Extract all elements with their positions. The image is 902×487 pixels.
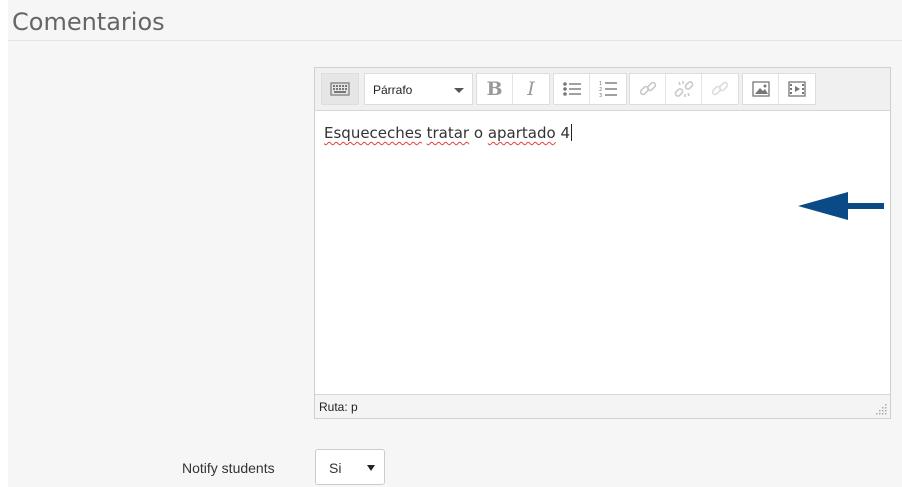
anchor-icon	[711, 81, 729, 96]
insert-media-button[interactable]	[779, 74, 815, 104]
unlink-icon	[674, 81, 693, 97]
rich-text-editor: Párrafo B I 123 Esqueceches tratar o apa…	[314, 67, 891, 419]
toolbar-toggle-button[interactable]	[322, 74, 358, 104]
misspelled-word: Esqueceches	[324, 124, 422, 142]
bullet-list-button[interactable]	[554, 74, 590, 104]
section-divider	[8, 40, 902, 41]
text-style-group: B I	[476, 73, 550, 105]
resize-handle-icon[interactable]	[874, 402, 888, 416]
bullet-list-icon	[562, 82, 581, 96]
toolbar-toggle-group	[321, 73, 359, 105]
editor-content[interactable]: Esqueceches tratar o apartado 4	[324, 124, 573, 142]
notify-students-label: Notify students	[182, 460, 275, 476]
anchor-button[interactable]	[702, 74, 738, 104]
numbered-list-button[interactable]: 123	[590, 74, 626, 104]
text-cursor	[571, 124, 573, 141]
link-button[interactable]	[630, 74, 666, 104]
keyboard-icon	[330, 82, 350, 96]
image-icon	[751, 81, 770, 97]
link-icon	[639, 81, 656, 96]
media-group	[742, 73, 816, 105]
numbered-list-icon: 123	[599, 81, 617, 98]
editor-statusbar: Ruta: p	[315, 394, 890, 418]
svg-text:3: 3	[599, 93, 602, 98]
arrow-left-icon	[798, 192, 884, 220]
section-title: Comentarios	[12, 8, 165, 36]
bold-button[interactable]: B	[477, 74, 513, 104]
italic-icon: I	[527, 78, 535, 100]
element-path: Ruta: p	[319, 400, 358, 414]
content-word: 4	[560, 124, 571, 142]
bold-icon: B	[486, 78, 503, 100]
notify-students-select[interactable]: Si	[315, 449, 385, 485]
paragraph-format-select[interactable]: Párrafo	[364, 73, 473, 105]
paragraph-format-value: Párrafo	[373, 83, 413, 97]
content-word: o	[473, 124, 484, 142]
insert-image-button[interactable]	[743, 74, 779, 104]
media-icon	[788, 81, 806, 97]
editor-toolbar: Párrafo B I 123	[315, 68, 890, 111]
misspelled-word: tratar	[426, 124, 470, 142]
unlink-button[interactable]	[666, 74, 702, 104]
italic-button[interactable]: I	[513, 74, 549, 104]
chevron-down-icon	[454, 88, 464, 93]
list-group: 123	[553, 73, 627, 105]
caret-down-icon	[367, 465, 375, 471]
notify-students-value: Si	[329, 460, 342, 476]
misspelled-word: apartado	[487, 124, 556, 142]
link-group	[629, 73, 739, 105]
